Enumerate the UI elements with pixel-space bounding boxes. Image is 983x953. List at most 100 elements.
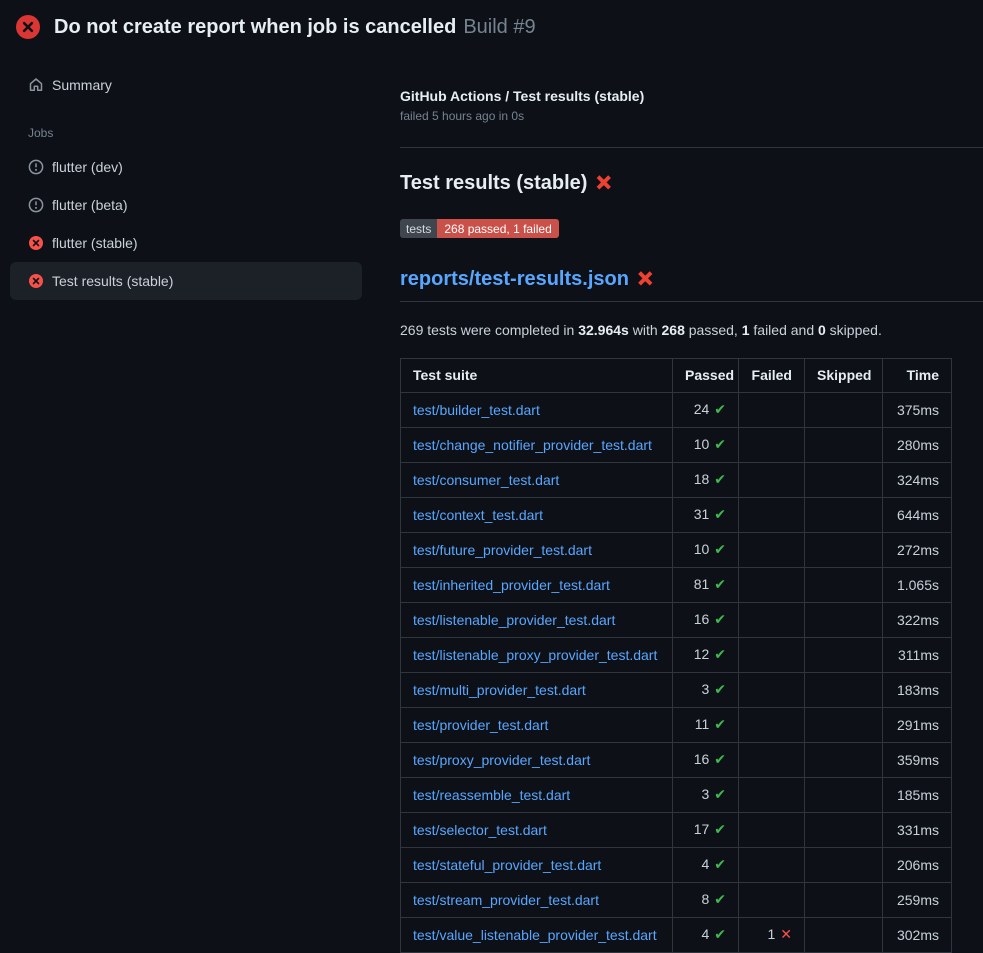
summary-text: failed and (750, 322, 819, 338)
skipped-cell (805, 813, 883, 848)
table-row: test/builder_test.dart 24✔ ✕ 375ms (401, 393, 952, 428)
table-row: test/reassemble_test.dart 3✔ ✕ 185ms (401, 778, 952, 813)
failed-cell: ✕ (739, 813, 805, 848)
test-suite-link[interactable]: test/proxy_provider_test.dart (413, 752, 590, 768)
test-suite-link[interactable]: test/context_test.dart (413, 507, 543, 523)
failed-cell: ✕ (739, 848, 805, 883)
passed-cell: 8✔ (673, 883, 739, 918)
check-icon: ✔ (714, 717, 726, 733)
check-icon: ✔ (714, 647, 726, 663)
results-table: Test suite Passed Failed Skipped Time te… (400, 358, 952, 953)
table-row: test/selector_test.dart 17✔ ✕ 331ms (401, 813, 952, 848)
failed-count: 1 (767, 926, 775, 942)
skipped-cell (805, 848, 883, 883)
x-circle-icon (28, 273, 44, 289)
passed-count: 3 (701, 681, 709, 697)
passed-cell: 16✔ (673, 743, 739, 778)
passed-count: 10 (694, 436, 710, 452)
test-suite-cell: test/future_provider_test.dart (401, 533, 673, 568)
failed-cell: ✕ (739, 428, 805, 463)
check-icon: ✔ (714, 402, 726, 418)
passed-count: 11 (695, 716, 710, 732)
failed-cell: ✕ (739, 463, 805, 498)
test-suite-link[interactable]: test/value_listenable_provider_test.dart (413, 927, 657, 943)
passed-cell: 11✔ (673, 708, 739, 743)
cross-mark-icon: ❌︎ (596, 174, 610, 193)
breadcrumb: GitHub Actions / Test results (stable) (400, 88, 951, 104)
sidebar-item-summary[interactable]: Summary (10, 66, 362, 104)
sidebar-item-label: Summary (52, 77, 112, 93)
table-row: test/change_notifier_provider_test.dart … (401, 428, 952, 463)
test-suite-link[interactable]: test/stream_provider_test.dart (413, 892, 599, 908)
table-row: test/multi_provider_test.dart 3✔ ✕ 183ms (401, 673, 952, 708)
passed-cell: 3✔ (673, 673, 739, 708)
home-icon (28, 77, 44, 93)
passed-cell: 12✔ (673, 638, 739, 673)
check-icon: ✔ (714, 542, 726, 558)
run-meta: failed 5 hours ago in 0s (400, 109, 951, 123)
sidebar-item-test-results-stable[interactable]: Test results (stable) (10, 262, 362, 300)
test-suite-link[interactable]: test/inherited_provider_test.dart (413, 577, 610, 593)
sidebar-item-label: flutter (dev) (52, 159, 123, 175)
time-cell: 1.065s (883, 568, 952, 603)
failed-cell: ✕ (739, 498, 805, 533)
check-icon: ✔ (714, 437, 726, 453)
section-title: Test results (stable) (400, 172, 587, 195)
test-suite-link[interactable]: test/provider_test.dart (413, 717, 548, 733)
passed-count: 31 (694, 506, 710, 522)
sidebar-item-flutter-beta[interactable]: flutter (beta) (10, 186, 362, 224)
table-row: test/future_provider_test.dart 10✔ ✕ 272… (401, 533, 952, 568)
badge-value: 268 passed, 1 failed (437, 219, 558, 238)
check-icon: ✔ (714, 612, 726, 628)
test-suite-link[interactable]: test/change_notifier_provider_test.dart (413, 437, 652, 453)
time-cell: 375ms (883, 393, 952, 428)
sidebar-item-flutter-stable[interactable]: flutter (stable) (10, 224, 362, 262)
check-icon: ✔ (714, 892, 726, 908)
x-icon: ✕ (780, 927, 792, 943)
skipped-cell (805, 883, 883, 918)
test-suite-link[interactable]: test/reassemble_test.dart (413, 787, 570, 803)
passed-count: 17 (694, 821, 710, 837)
time-cell: 185ms (883, 778, 952, 813)
failed-cell: ✕ (739, 883, 805, 918)
failed-cell: ✕ (739, 673, 805, 708)
test-suite-link[interactable]: test/multi_provider_test.dart (413, 682, 586, 698)
run-title: Do not create report when job is cancell… (54, 16, 456, 39)
skipped-cell (805, 498, 883, 533)
summary-text: 269 tests were completed in (400, 322, 578, 338)
skipped-cell (805, 673, 883, 708)
time-cell: 272ms (883, 533, 952, 568)
summary-line: 269 tests were completed in 32.964s with… (400, 322, 951, 338)
skipped-cell (805, 428, 883, 463)
section-heading: Test results (stable) ❌︎ (400, 172, 951, 195)
test-suite-cell: test/consumer_test.dart (401, 463, 673, 498)
report-file-link[interactable]: reports/test-results.json (400, 268, 629, 291)
skipped-cell (805, 603, 883, 638)
failed-cell: ✕ (739, 568, 805, 603)
failed-cell: ✕ (739, 778, 805, 813)
test-suite-cell: test/stream_provider_test.dart (401, 883, 673, 918)
passed-cell: 16✔ (673, 603, 739, 638)
test-suite-link[interactable]: test/listenable_proxy_provider_test.dart (413, 647, 657, 663)
table-row: test/provider_test.dart 11✔ ✕ 291ms (401, 708, 952, 743)
time-cell: 206ms (883, 848, 952, 883)
jobs-section-label: Jobs (10, 112, 362, 148)
test-suite-link[interactable]: test/listenable_provider_test.dart (413, 612, 615, 628)
summary-text: with (629, 322, 662, 338)
sidebar-item-flutter-dev[interactable]: flutter (dev) (10, 148, 362, 186)
alert-circle-icon (28, 197, 44, 213)
main-content: GitHub Actions / Test results (stable) f… (392, 52, 983, 953)
col-header-failed: Failed (739, 359, 805, 393)
table-row: test/context_test.dart 31✔ ✕ 644ms (401, 498, 952, 533)
passed-count: 4 (701, 856, 709, 872)
x-circle-icon (16, 15, 40, 39)
test-suite-link[interactable]: test/stateful_provider_test.dart (413, 857, 601, 873)
test-suite-link[interactable]: test/future_provider_test.dart (413, 542, 592, 558)
test-suite-link[interactable]: test/consumer_test.dart (413, 472, 559, 488)
test-suite-link[interactable]: test/selector_test.dart (413, 822, 547, 838)
test-suite-link[interactable]: test/builder_test.dart (413, 402, 540, 418)
test-suite-cell: test/context_test.dart (401, 498, 673, 533)
failed-cell: ✕ (739, 393, 805, 428)
failed-cell: ✕ (739, 533, 805, 568)
failed-cell: ✕ (739, 708, 805, 743)
